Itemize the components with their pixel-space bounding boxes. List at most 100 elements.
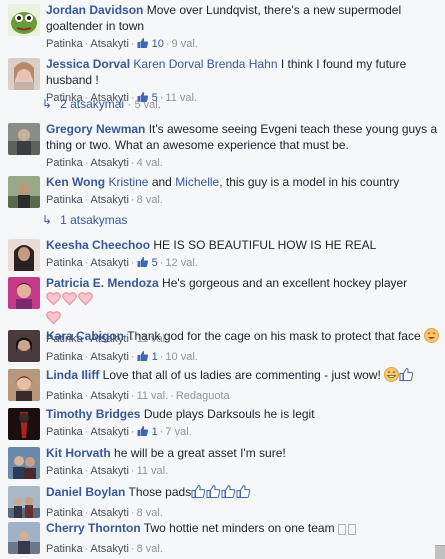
avatar[interactable] xyxy=(8,4,40,36)
like-link[interactable]: Patinka xyxy=(46,390,83,402)
like-link[interactable]: Patinka xyxy=(46,351,83,363)
comment-text: Kit Horvath he will be a great asset I'm… xyxy=(46,446,286,460)
comment-meta: Patinka · Atsakyti · 8 val. xyxy=(46,507,163,519)
comment-author[interactable]: Kara Cabigon xyxy=(46,329,124,343)
like-link[interactable]: Patinka xyxy=(46,465,83,477)
reply-link[interactable]: Atsakyti xyxy=(90,507,129,519)
reply-link[interactable]: Atsakyti xyxy=(90,390,129,402)
comment-author[interactable]: Jessica Dorval xyxy=(46,57,130,71)
comment-author[interactable]: Keesha Cheechoo xyxy=(46,238,150,252)
comment-text: Patricia E. Mendoza He's gorgeous and an… xyxy=(46,275,439,329)
comment-text: Jessica Dorval Karen Dorval Brenda Hahn … xyxy=(46,57,407,87)
comment: Jordan Davidson Move over Lundqvist, the… xyxy=(8,2,439,53)
comment-author[interactable]: Linda Iliff xyxy=(46,368,99,382)
timestamp[interactable]: 11 val. xyxy=(165,92,197,104)
reply-arrow-icon: ↳ xyxy=(42,97,53,111)
timestamp[interactable]: 11 val. xyxy=(137,390,169,402)
comment-text: Keesha Cheechoo HE IS SO BEAUTIFUL HOW I… xyxy=(46,238,377,252)
timestamp[interactable]: 12 val. xyxy=(165,257,197,269)
timestamp[interactable]: 8 val. xyxy=(137,194,163,206)
comment-text: Gregory Newman It's awesome seeing Evgen… xyxy=(46,122,438,152)
comment-meta: Patinka · Atsakyti · 5 · 12 val. xyxy=(46,256,439,272)
thumbs-up-emoji-icon xyxy=(236,484,251,503)
scrollbar-thumb[interactable] xyxy=(435,545,445,559)
thumbs-up-icon xyxy=(137,425,149,441)
heart-eyes-emoji-icon xyxy=(424,328,439,347)
like-link[interactable]: Patinka xyxy=(46,257,83,269)
avatar[interactable] xyxy=(8,277,40,309)
missing-glyph-icon xyxy=(337,523,358,539)
thumbs-up-emoji-icon xyxy=(206,484,221,503)
comment-meta: Patinka · Atsakyti · 8 val. xyxy=(46,194,163,206)
reply-link[interactable]: Atsakyti xyxy=(90,257,129,269)
thumbs-up-emoji-icon xyxy=(399,367,414,386)
comment-meta: Patinka · Atsakyti · 11 val. xyxy=(46,465,169,477)
timestamp[interactable]: 4 val. xyxy=(137,157,163,169)
comment-text: Timothy Bridges Dude plays Darksouls he … xyxy=(46,407,315,421)
reply-arrow-icon: ↳ xyxy=(42,213,53,227)
like-count[interactable]: 1 xyxy=(137,351,158,363)
reply-link[interactable]: Atsakyti xyxy=(90,38,129,50)
avatar[interactable] xyxy=(8,58,40,90)
reply-link[interactable]: Atsakyti xyxy=(90,543,129,555)
thumbs-up-icon xyxy=(137,256,149,272)
comment-text: Linda Iliff Love that all of us ladies a… xyxy=(46,367,439,386)
timestamp[interactable]: 8 val. xyxy=(137,507,163,519)
like-count[interactable]: 5 xyxy=(137,257,158,269)
like-count[interactable]: 1 xyxy=(137,426,158,438)
timestamp[interactable]: 11 val. xyxy=(137,465,169,477)
like-link[interactable]: Patinka xyxy=(46,194,83,206)
comment-author[interactable]: Kit Horvath xyxy=(46,446,111,460)
thumbs-up-icon xyxy=(137,37,149,53)
reply-link[interactable]: Atsakyti xyxy=(90,426,129,438)
like-link[interactable]: Patinka xyxy=(46,38,83,50)
avatar[interactable] xyxy=(8,522,40,554)
tagged-user[interactable]: Kristine xyxy=(108,175,148,189)
like-link[interactable]: Patinka xyxy=(46,157,83,169)
reply-link[interactable]: Atsakyti xyxy=(90,194,129,206)
avatar[interactable] xyxy=(8,176,40,208)
tagged-users[interactable]: Karen Dorval Brenda Hahn xyxy=(133,57,277,71)
edited-label[interactable]: Redaguota xyxy=(176,390,230,402)
timestamp[interactable]: 8 val. xyxy=(137,543,163,555)
comment-author[interactable]: Ken Wong xyxy=(46,175,105,189)
reply-link[interactable]: Atsakyti xyxy=(90,351,129,363)
tagged-user[interactable]: Michelle xyxy=(175,175,219,189)
avatar[interactable] xyxy=(8,123,40,155)
comment-meta: Patinka · Atsakyti · 10 · 9 val. xyxy=(46,37,439,53)
avatar[interactable] xyxy=(8,447,40,479)
avatar[interactable] xyxy=(8,369,40,401)
comment-author[interactable]: Patricia E. Mendoza xyxy=(46,276,159,290)
reply-link[interactable]: Atsakyti xyxy=(90,465,129,477)
comment-author[interactable]: Daniel Boylan xyxy=(46,485,125,499)
like-count[interactable]: 10 xyxy=(137,38,164,50)
comment-text: Daniel Boylan Those pads xyxy=(46,484,439,503)
like-link[interactable]: Patinka xyxy=(46,507,83,519)
comment-meta: Patinka · Atsakyti · 4 val. xyxy=(46,157,163,169)
timestamp[interactable]: 10 val. xyxy=(165,351,197,363)
timestamp[interactable]: 9 val. xyxy=(172,38,198,50)
comment-author[interactable]: Gregory Newman xyxy=(46,122,145,136)
avatar[interactable] xyxy=(8,486,40,518)
comment: Gregory Newman It's awesome seeing Evgen… xyxy=(8,121,439,170)
comment-text: Cherry Thornton Two hottie net minders o… xyxy=(46,520,439,539)
comment-meta: Patinka · Atsakyti · 1 · 10 val. xyxy=(46,350,439,366)
timestamp[interactable]: 7 val. xyxy=(165,426,191,438)
comment: Kara Cabigon Thank god for the cage on h… xyxy=(8,328,439,366)
view-replies-link[interactable]: ↳ 2 atsakymai · 5 val. xyxy=(42,97,161,111)
view-replies-link[interactable]: ↳ 1 atsakymas xyxy=(42,213,127,227)
comment: Linda Iliff Love that all of us ladies a… xyxy=(8,367,439,403)
comment-meta: Patinka · Atsakyti · 11 val. · Redaguota xyxy=(46,390,230,402)
reply-link[interactable]: Atsakyti xyxy=(90,157,129,169)
comment-text: Kara Cabigon Thank god for the cage on h… xyxy=(46,328,439,347)
comment-meta: Patinka · Atsakyti · 1 · 7 val. xyxy=(46,425,439,441)
like-link[interactable]: Patinka xyxy=(46,426,83,438)
avatar[interactable] xyxy=(8,239,40,271)
comment-author[interactable]: Timothy Bridges xyxy=(46,407,140,421)
like-link[interactable]: Patinka xyxy=(46,543,83,555)
comment-author[interactable]: Cherry Thornton xyxy=(46,521,141,535)
comment-author[interactable]: Jordan Davidson xyxy=(46,3,143,17)
comment-text: Ken Wong Kristine and Michelle, this guy… xyxy=(46,175,400,189)
avatar[interactable] xyxy=(8,408,40,440)
avatar[interactable] xyxy=(8,330,40,362)
